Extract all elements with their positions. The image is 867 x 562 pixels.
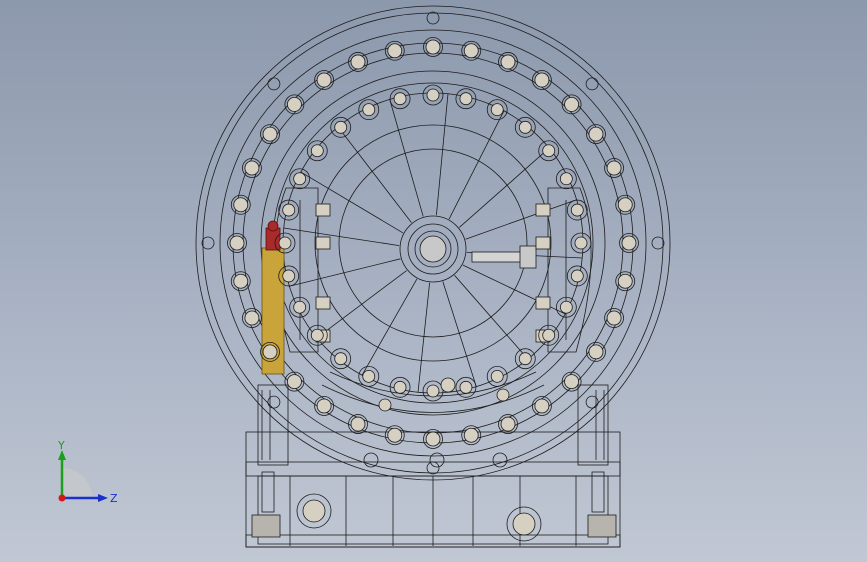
bolt-head (244, 310, 260, 326)
spoke-line (435, 93, 449, 216)
bolt-head (233, 273, 249, 289)
bolt-head (282, 269, 296, 283)
bolt-head (574, 236, 588, 250)
bolt-head (278, 236, 292, 250)
bolt-head (362, 369, 376, 383)
bolt-head (518, 120, 532, 134)
bolt-head (490, 369, 504, 383)
bolt-head (350, 416, 366, 432)
bolt-head (617, 273, 633, 289)
spoke-line (417, 282, 431, 393)
spoke-line (448, 110, 505, 220)
bolt-head (588, 126, 604, 142)
bolt-head (393, 380, 407, 394)
spoke-line (361, 278, 418, 376)
center-hub (399, 215, 537, 283)
bolt-head (534, 398, 550, 414)
bolt-head (564, 97, 579, 112)
spoke-line (454, 275, 529, 360)
bolt-head (588, 344, 604, 360)
spoke-line (289, 258, 401, 287)
bolt-head (393, 92, 407, 106)
bolt-head (244, 160, 260, 176)
bolt-head (334, 352, 348, 366)
bolt-head (293, 300, 307, 314)
bolt-head (542, 328, 556, 342)
bolt-head (262, 344, 278, 360)
bolt-head (350, 54, 366, 70)
bolt-head (606, 310, 622, 326)
bolt-head (463, 43, 479, 59)
flange-hole (267, 77, 281, 91)
flange-hole (201, 236, 215, 250)
bolt-head (233, 197, 249, 213)
bolt-head (500, 416, 516, 432)
bolt-head (287, 374, 302, 389)
bolt-head (564, 374, 579, 389)
triad-plane-icon (62, 468, 92, 498)
bolt-head (426, 384, 440, 398)
bolt-head (425, 431, 441, 447)
bolt-head (518, 352, 532, 366)
bolt-head (316, 72, 332, 88)
bolt-head (463, 427, 479, 443)
side-brackets (274, 187, 592, 413)
bolt-head (282, 203, 296, 217)
spoke-line (465, 199, 577, 240)
flange-hole (426, 11, 440, 25)
y-axis-label: Y (57, 440, 65, 452)
bolt-head (559, 172, 573, 186)
x-axis-dot-icon (58, 494, 66, 502)
bolt-head (310, 328, 324, 342)
bolt-head (262, 126, 278, 142)
bolt-head (621, 235, 637, 251)
bolt-head (500, 54, 516, 70)
spoke-line (442, 281, 477, 387)
spoke-line (389, 99, 424, 217)
bolt-head (310, 144, 324, 158)
bolt-head (534, 72, 550, 88)
spoke-line (283, 227, 400, 247)
bolt-head (459, 380, 473, 394)
bolt-head (570, 269, 584, 283)
spoke-line (337, 126, 412, 223)
bolt-head (459, 92, 473, 106)
bolt-head (387, 43, 403, 59)
flange-hole (585, 77, 599, 91)
bolt-head (426, 88, 440, 102)
bolt-head (559, 300, 573, 314)
z-axis-arrow-icon (98, 494, 108, 502)
bolt-head (617, 197, 633, 213)
bolt-head (570, 203, 584, 217)
base-bolts (296, 493, 542, 542)
view-orientation-triad: Y Z (57, 440, 118, 505)
bolt-head (490, 103, 504, 117)
bolt-head (229, 235, 245, 251)
bolt-head (362, 103, 376, 117)
bolt-head (542, 144, 556, 158)
bolt-head (287, 97, 302, 112)
z-axis-label: Z (110, 492, 118, 505)
graphics-viewport[interactable]: Y Z (0, 0, 867, 562)
bolt-head (387, 427, 403, 443)
flange-hole (651, 236, 665, 250)
cad-model-wireframe[interactable] (0, 0, 867, 562)
bolt-head (606, 160, 622, 176)
bolt-head (293, 172, 307, 186)
bolt-head (425, 39, 441, 55)
bolt-head (334, 120, 348, 134)
bolt-head (316, 398, 332, 414)
flange-hole (426, 461, 440, 475)
